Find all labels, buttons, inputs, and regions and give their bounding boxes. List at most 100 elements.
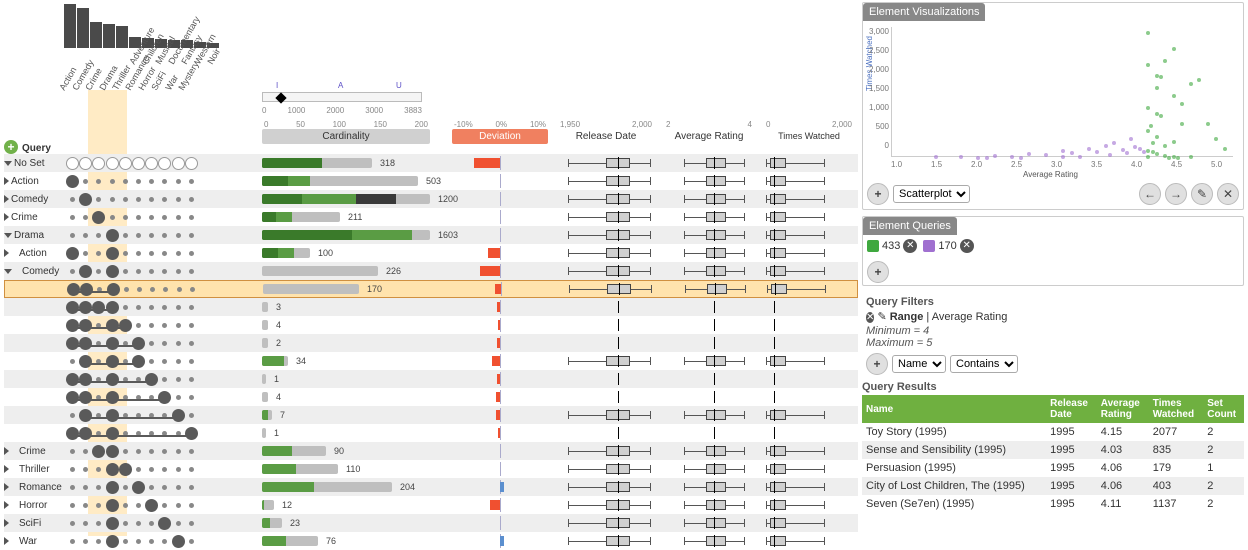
cardinality-brush[interactable]: I A U 01000200030003883: [262, 92, 422, 115]
upset-row[interactable]: Thriller110: [4, 460, 858, 478]
remove-filter-button[interactable]: ✕: [866, 312, 874, 323]
disclosure-triangle-icon[interactable]: [4, 483, 9, 491]
results-row[interactable]: City of Lost Children, The (1995)19954.0…: [862, 477, 1244, 495]
cardinality-bar: 3: [262, 300, 430, 314]
disclosure-triangle-icon[interactable]: [4, 213, 9, 221]
col-average-rating[interactable]: Average Rating: [664, 129, 754, 144]
genre-bar[interactable]: [116, 26, 128, 48]
results-row[interactable]: Sense and Sensibility (1995)19954.038352: [862, 441, 1244, 459]
upset-row[interactable]: 4: [4, 316, 858, 334]
results-col-header[interactable]: SetCount: [1203, 395, 1244, 423]
disclosure-triangle-icon[interactable]: [4, 447, 9, 455]
upset-row[interactable]: 170: [4, 280, 858, 298]
upset-row[interactable]: 34: [4, 352, 858, 370]
boxplot: [558, 462, 654, 476]
cardinality-bar: 2: [262, 336, 430, 350]
filter-attr-select[interactable]: Name: [892, 355, 946, 373]
add-vis-button[interactable]: [867, 183, 889, 205]
disclosure-triangle-icon[interactable]: [4, 161, 12, 166]
col-release-date[interactable]: Release Date: [558, 129, 654, 144]
disclosure-triangle-icon[interactable]: [4, 233, 12, 238]
membership-dot: [149, 521, 154, 526]
results-row[interactable]: Toy Story (1995)19954.1520772: [862, 423, 1244, 441]
membership-dot: [162, 377, 167, 382]
upset-row[interactable]: Action100: [4, 244, 858, 262]
col-cardinality[interactable]: Cardinality: [262, 129, 430, 144]
membership-dot: [79, 373, 92, 386]
upset-row[interactable]: Comedy226: [4, 262, 858, 280]
disclosure-triangle-icon[interactable]: [4, 519, 9, 527]
upset-row[interactable]: 4: [4, 388, 858, 406]
disclosure-triangle-icon[interactable]: [4, 249, 9, 257]
results-col-header[interactable]: Name: [862, 395, 1046, 423]
add-element-query-button[interactable]: [867, 261, 889, 283]
upset-row[interactable]: Comedy1200: [4, 190, 858, 208]
deviation-bar: [452, 444, 548, 458]
next-vis-button[interactable]: [1165, 183, 1187, 205]
membership-dot: [177, 287, 182, 292]
deviation-bar: [453, 282, 549, 296]
scatter-point: [1155, 86, 1159, 90]
filter-op-select[interactable]: Contains: [950, 355, 1018, 373]
membership-dot: [149, 323, 154, 328]
disclosure-triangle-icon[interactable]: [4, 269, 12, 274]
results-row[interactable]: Seven (Se7en) (1995)19954.1111372: [862, 495, 1244, 513]
col-times-watched[interactable]: Times Watched: [764, 129, 854, 143]
genre-bar[interactable]: [77, 8, 89, 48]
scatterplot[interactable]: Times Watched Average Rating 3,0002,5002…: [863, 21, 1239, 179]
upset-row[interactable]: SciFi23: [4, 514, 858, 532]
vis-type-select[interactable]: Scatterplot: [893, 185, 970, 203]
membership-dot: [189, 233, 194, 238]
query-results-pane: Query Results NameReleaseDateAverageRati…: [862, 379, 1244, 513]
remove-vis-button[interactable]: [1217, 183, 1239, 205]
upset-row[interactable]: War76: [4, 532, 858, 550]
membership-dot: [67, 283, 80, 296]
scatter-point: [1061, 149, 1065, 153]
boxplot: [664, 390, 754, 404]
element-query-badge[interactable]: 433✕: [867, 239, 917, 253]
disclosure-triangle-icon[interactable]: [4, 195, 9, 203]
upset-row[interactable]: 1: [4, 424, 858, 442]
prev-vis-button[interactable]: [1139, 183, 1161, 205]
diamond-icon[interactable]: [275, 92, 286, 103]
upset-row[interactable]: 3: [4, 298, 858, 316]
disclosure-triangle-icon[interactable]: [4, 465, 9, 473]
genre-bar[interactable]: [103, 24, 115, 48]
upset-row[interactable]: No Set318: [4, 154, 858, 172]
genre-bar[interactable]: [90, 22, 102, 48]
scatter-point: [1151, 141, 1155, 145]
results-col-header[interactable]: ReleaseDate: [1046, 395, 1097, 423]
results-col-header[interactable]: AverageRating: [1097, 395, 1149, 423]
membership-dot: [107, 283, 120, 296]
col-deviation[interactable]: Deviation: [452, 129, 548, 144]
results-row[interactable]: Persuasion (1995)19954.061791: [862, 459, 1244, 477]
edit-filter-button[interactable]: [877, 311, 886, 323]
upset-row[interactable]: Horror12: [4, 496, 858, 514]
upset-row[interactable]: Drama1603: [4, 226, 858, 244]
membership-dot: [176, 485, 181, 490]
add-filter-button[interactable]: [866, 353, 888, 375]
upset-row[interactable]: Crime90: [4, 442, 858, 460]
disclosure-triangle-icon[interactable]: [4, 177, 9, 185]
element-query-badge[interactable]: 170✕: [923, 239, 973, 253]
upset-row[interactable]: 7: [4, 406, 858, 424]
cardinality-value: 318: [380, 158, 395, 168]
membership-dot: [149, 539, 154, 544]
genre-bar[interactable]: [64, 4, 76, 48]
upset-row[interactable]: Action503: [4, 172, 858, 190]
remove-badge-button[interactable]: ✕: [903, 239, 917, 253]
boxplot: [764, 192, 854, 206]
row-label: Horror: [19, 500, 47, 511]
add-query-button[interactable]: +: [4, 140, 18, 154]
results-cell: 4.06: [1097, 477, 1149, 495]
results-col-header[interactable]: TimesWatched: [1149, 395, 1203, 423]
disclosure-triangle-icon[interactable]: [4, 501, 9, 509]
upset-row[interactable]: 1: [4, 370, 858, 388]
upset-row[interactable]: Crime211: [4, 208, 858, 226]
edit-vis-button[interactable]: [1191, 183, 1213, 205]
membership-dot: [185, 157, 198, 170]
remove-badge-button[interactable]: ✕: [960, 239, 974, 253]
upset-row[interactable]: 2: [4, 334, 858, 352]
disclosure-triangle-icon[interactable]: [4, 537, 9, 545]
upset-row[interactable]: Romance204: [4, 478, 858, 496]
